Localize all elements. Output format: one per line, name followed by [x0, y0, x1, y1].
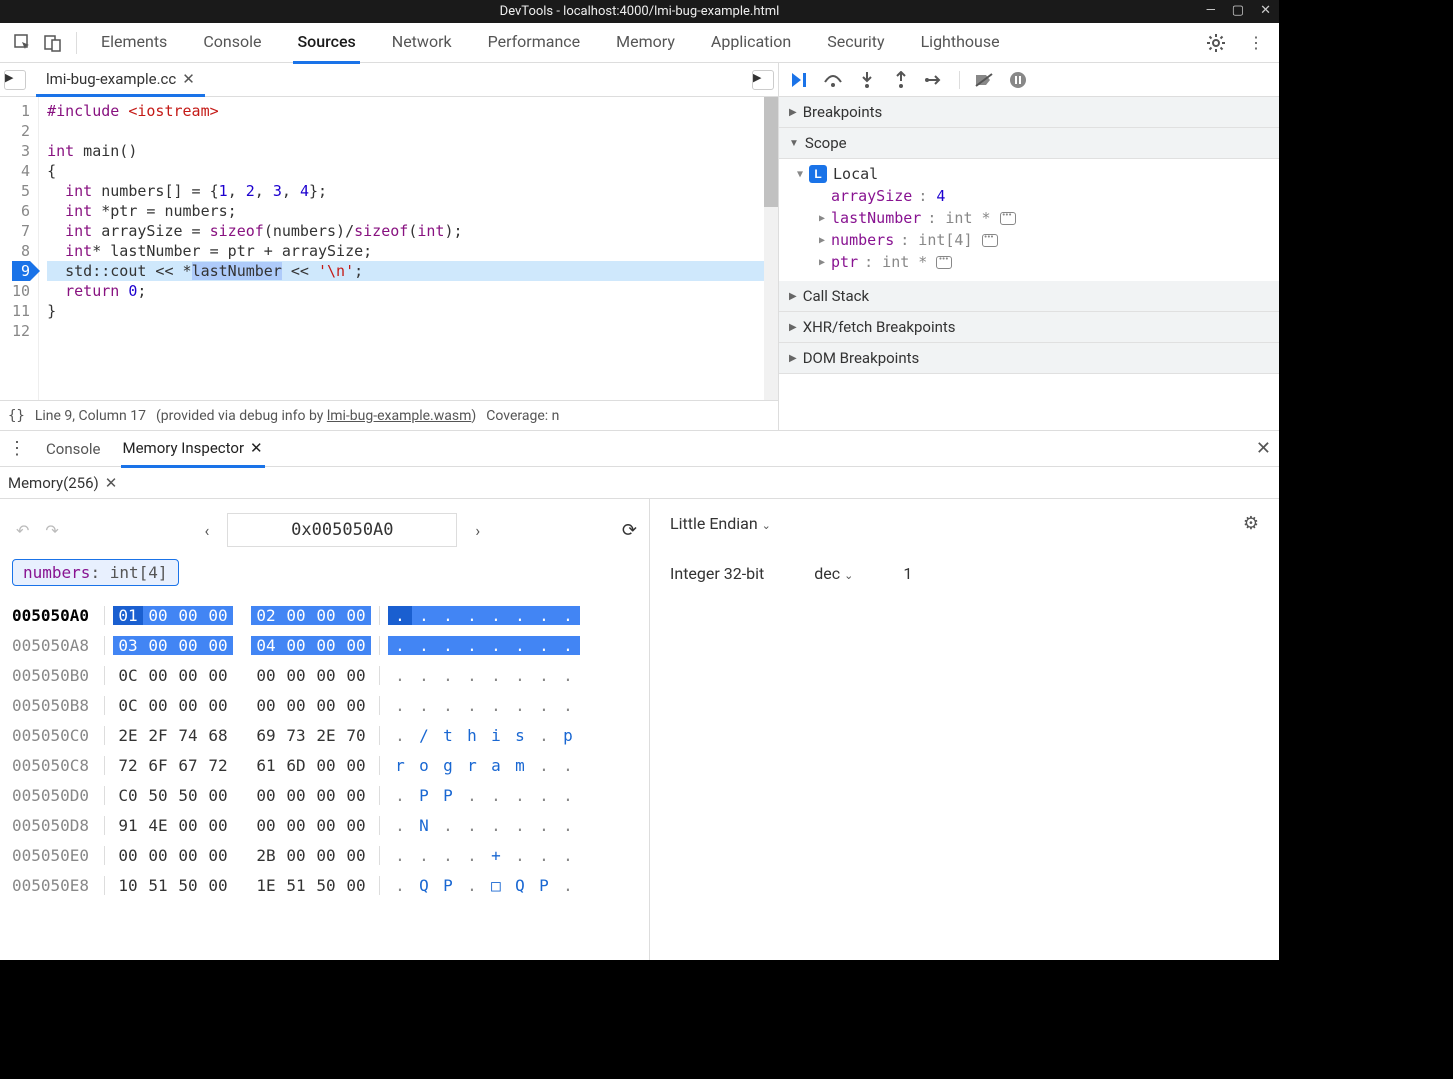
coverage-label: Coverage: n [486, 408, 559, 424]
pretty-print-icon[interactable]: {} [8, 408, 25, 424]
file-tab-label: lmi-bug-example.cc [46, 70, 176, 88]
history-back-icon[interactable]: ↶ [12, 517, 33, 544]
line-gutter[interactable]: 123456789101112 [0, 97, 39, 400]
scope-variable[interactable]: ▶lastNumber: int * [819, 207, 1275, 229]
refresh-icon[interactable]: ⟳ [622, 520, 637, 541]
tab-sources[interactable]: Sources [293, 23, 359, 64]
reveal-in-memory-icon[interactable] [936, 256, 952, 269]
close-icon[interactable]: ✕ [182, 70, 195, 88]
scope-variable[interactable]: ▶ptr: int * [819, 251, 1275, 273]
window-title: DevTools - localhost:4000/lmi-bug-exampl… [500, 4, 780, 19]
history-forward-icon[interactable]: ↷ [41, 517, 62, 544]
section-dom[interactable]: ▶DOM Breakpoints [779, 343, 1279, 374]
scope-variable[interactable]: ▶numbers: int[4] [819, 229, 1275, 251]
inspect-icon[interactable] [8, 28, 38, 58]
hex-viewer[interactable]: 005050A00100000002000000........005050A8… [12, 600, 637, 900]
endian-select[interactable]: Little Endian ⌄ [670, 514, 771, 533]
more-icon[interactable]: ⋮ [1241, 28, 1271, 58]
code-content[interactable]: #include <iostream>int main(){ int numbe… [39, 97, 778, 400]
pause-exceptions-icon[interactable] [1008, 70, 1028, 90]
scope-variable[interactable]: ▶arraySize: 4 [819, 185, 1275, 207]
close-icon[interactable]: ✕ [105, 474, 118, 492]
int-type-label: Integer 32-bit [670, 564, 764, 583]
file-tab-active[interactable]: lmi-bug-example.cc ✕ [36, 64, 205, 97]
step-icon[interactable] [925, 70, 945, 90]
status-bar: {} Line 9, Column 17 (provided via debug… [0, 400, 778, 430]
minimize-icon[interactable]: — [1206, 3, 1216, 18]
navigator-toggle-icon[interactable]: ▶ [4, 70, 26, 90]
settings-icon[interactable] [1201, 28, 1231, 58]
wasm-link[interactable]: lmi-bug-example.wasm [327, 408, 472, 424]
drawer-tab-memory-inspector[interactable]: Memory Inspector ✕ [121, 431, 265, 468]
address-input[interactable]: 0x005050A0 [227, 513, 457, 547]
section-breakpoints[interactable]: ▶Breakpoints [779, 97, 1279, 128]
tab-performance[interactable]: Performance [484, 23, 585, 63]
maximize-icon[interactable]: ▢ [1232, 3, 1244, 18]
close-icon[interactable]: ✕ [250, 439, 263, 457]
tab-lighthouse[interactable]: Lighthouse [917, 23, 1004, 63]
tab-application[interactable]: Application [707, 23, 795, 63]
int-value: 1 [903, 564, 912, 583]
tab-elements[interactable]: Elements [97, 23, 171, 63]
step-into-icon[interactable] [857, 70, 877, 90]
drawer-tab-console[interactable]: Console [44, 432, 103, 466]
settings-icon[interactable]: ⚙ [1243, 513, 1259, 534]
tab-network[interactable]: Network [388, 23, 456, 63]
scrollbar[interactable] [764, 97, 778, 400]
scope-local[interactable]: ▼LLocal [797, 163, 1275, 185]
deactivate-breakpoints-icon[interactable] [974, 70, 994, 90]
reveal-in-memory-icon[interactable] [982, 234, 998, 247]
section-xhr[interactable]: ▶XHR/fetch Breakpoints [779, 312, 1279, 343]
debugger-controls [779, 63, 1279, 97]
window-titlebar: DevTools - localhost:4000/lmi-bug-exampl… [0, 0, 1279, 23]
reveal-in-memory-icon[interactable] [1000, 212, 1016, 225]
snippets-icon[interactable]: ▶ [752, 70, 774, 90]
close-drawer-icon[interactable]: ✕ [1256, 438, 1271, 459]
highlight-chip[interactable]: numbers: int[4] [12, 559, 179, 586]
tab-security[interactable]: Security [823, 23, 888, 63]
memory-tab-label[interactable]: Memory(256) [8, 474, 99, 492]
step-out-icon[interactable] [891, 70, 911, 90]
drawer-more-icon[interactable]: ⋮ [8, 438, 26, 459]
section-scope[interactable]: ▼Scope [779, 128, 1279, 159]
prev-page-icon[interactable]: ‹ [195, 517, 220, 544]
step-over-icon[interactable] [823, 70, 843, 90]
tab-console[interactable]: Console [199, 23, 265, 63]
resume-icon[interactable] [789, 70, 809, 90]
section-callstack[interactable]: ▶Call Stack [779, 281, 1279, 312]
tab-memory[interactable]: Memory [612, 23, 679, 63]
cursor-position: Line 9, Column 17 [35, 408, 146, 424]
main-tabbar: Elements Console Sources Network Perform… [0, 23, 1279, 63]
close-icon[interactable]: ✕ [1260, 3, 1271, 18]
device-toggle-icon[interactable] [38, 28, 68, 58]
next-page-icon[interactable]: › [465, 517, 490, 544]
repr-select[interactable]: dec ⌄ [814, 564, 853, 583]
